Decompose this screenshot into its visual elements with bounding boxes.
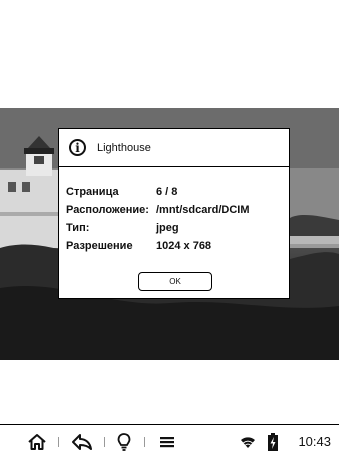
toolbar-separator	[58, 437, 59, 447]
detail-value: jpeg	[156, 222, 179, 234]
home-icon	[28, 434, 46, 450]
ok-button[interactable]: OK	[138, 272, 212, 291]
detail-value: 1024 x 768	[156, 240, 212, 252]
home-button[interactable]	[26, 432, 48, 452]
info-icon: i	[69, 139, 86, 156]
wifi-icon	[241, 437, 255, 448]
clock: 10:43	[298, 434, 331, 449]
light-bulb-icon	[117, 433, 131, 451]
detail-label: Разрешение	[66, 240, 133, 252]
detail-row-resolution: Разрешение 1024 x 768	[66, 237, 289, 255]
detail-label: Страница	[66, 186, 119, 198]
battery-status	[266, 432, 280, 452]
detail-row-type: Тип: jpeg	[66, 219, 289, 237]
toolbar-separator	[144, 437, 145, 447]
back-button[interactable]	[70, 432, 94, 452]
detail-value: /mnt/sdcard/DCIM	[156, 204, 250, 216]
detail-value: 6 / 8	[156, 186, 178, 198]
dialog-header: i Lighthouse	[59, 129, 289, 167]
battery-icon	[268, 433, 278, 451]
frontlight-button[interactable]	[115, 432, 133, 452]
back-icon	[72, 434, 92, 450]
toolbar-separator	[104, 437, 105, 447]
detail-row-location: Расположение: /mnt/sdcard/DCIM	[66, 201, 289, 219]
detail-label: Расположение:	[66, 204, 149, 216]
dialog-title: Lighthouse	[97, 141, 151, 154]
detail-row-page: Страница 6 / 8	[66, 183, 289, 201]
menu-button[interactable]	[158, 432, 176, 452]
details-list: Страница 6 / 8 Расположение: /mnt/sdcard…	[59, 167, 289, 255]
menu-icon	[160, 437, 174, 448]
info-dialog: i Lighthouse Страница 6 / 8 Расположение…	[58, 128, 290, 299]
detail-label: Тип:	[66, 222, 90, 234]
wifi-status	[238, 432, 258, 452]
bottom-toolbar: 10:43	[0, 424, 339, 458]
